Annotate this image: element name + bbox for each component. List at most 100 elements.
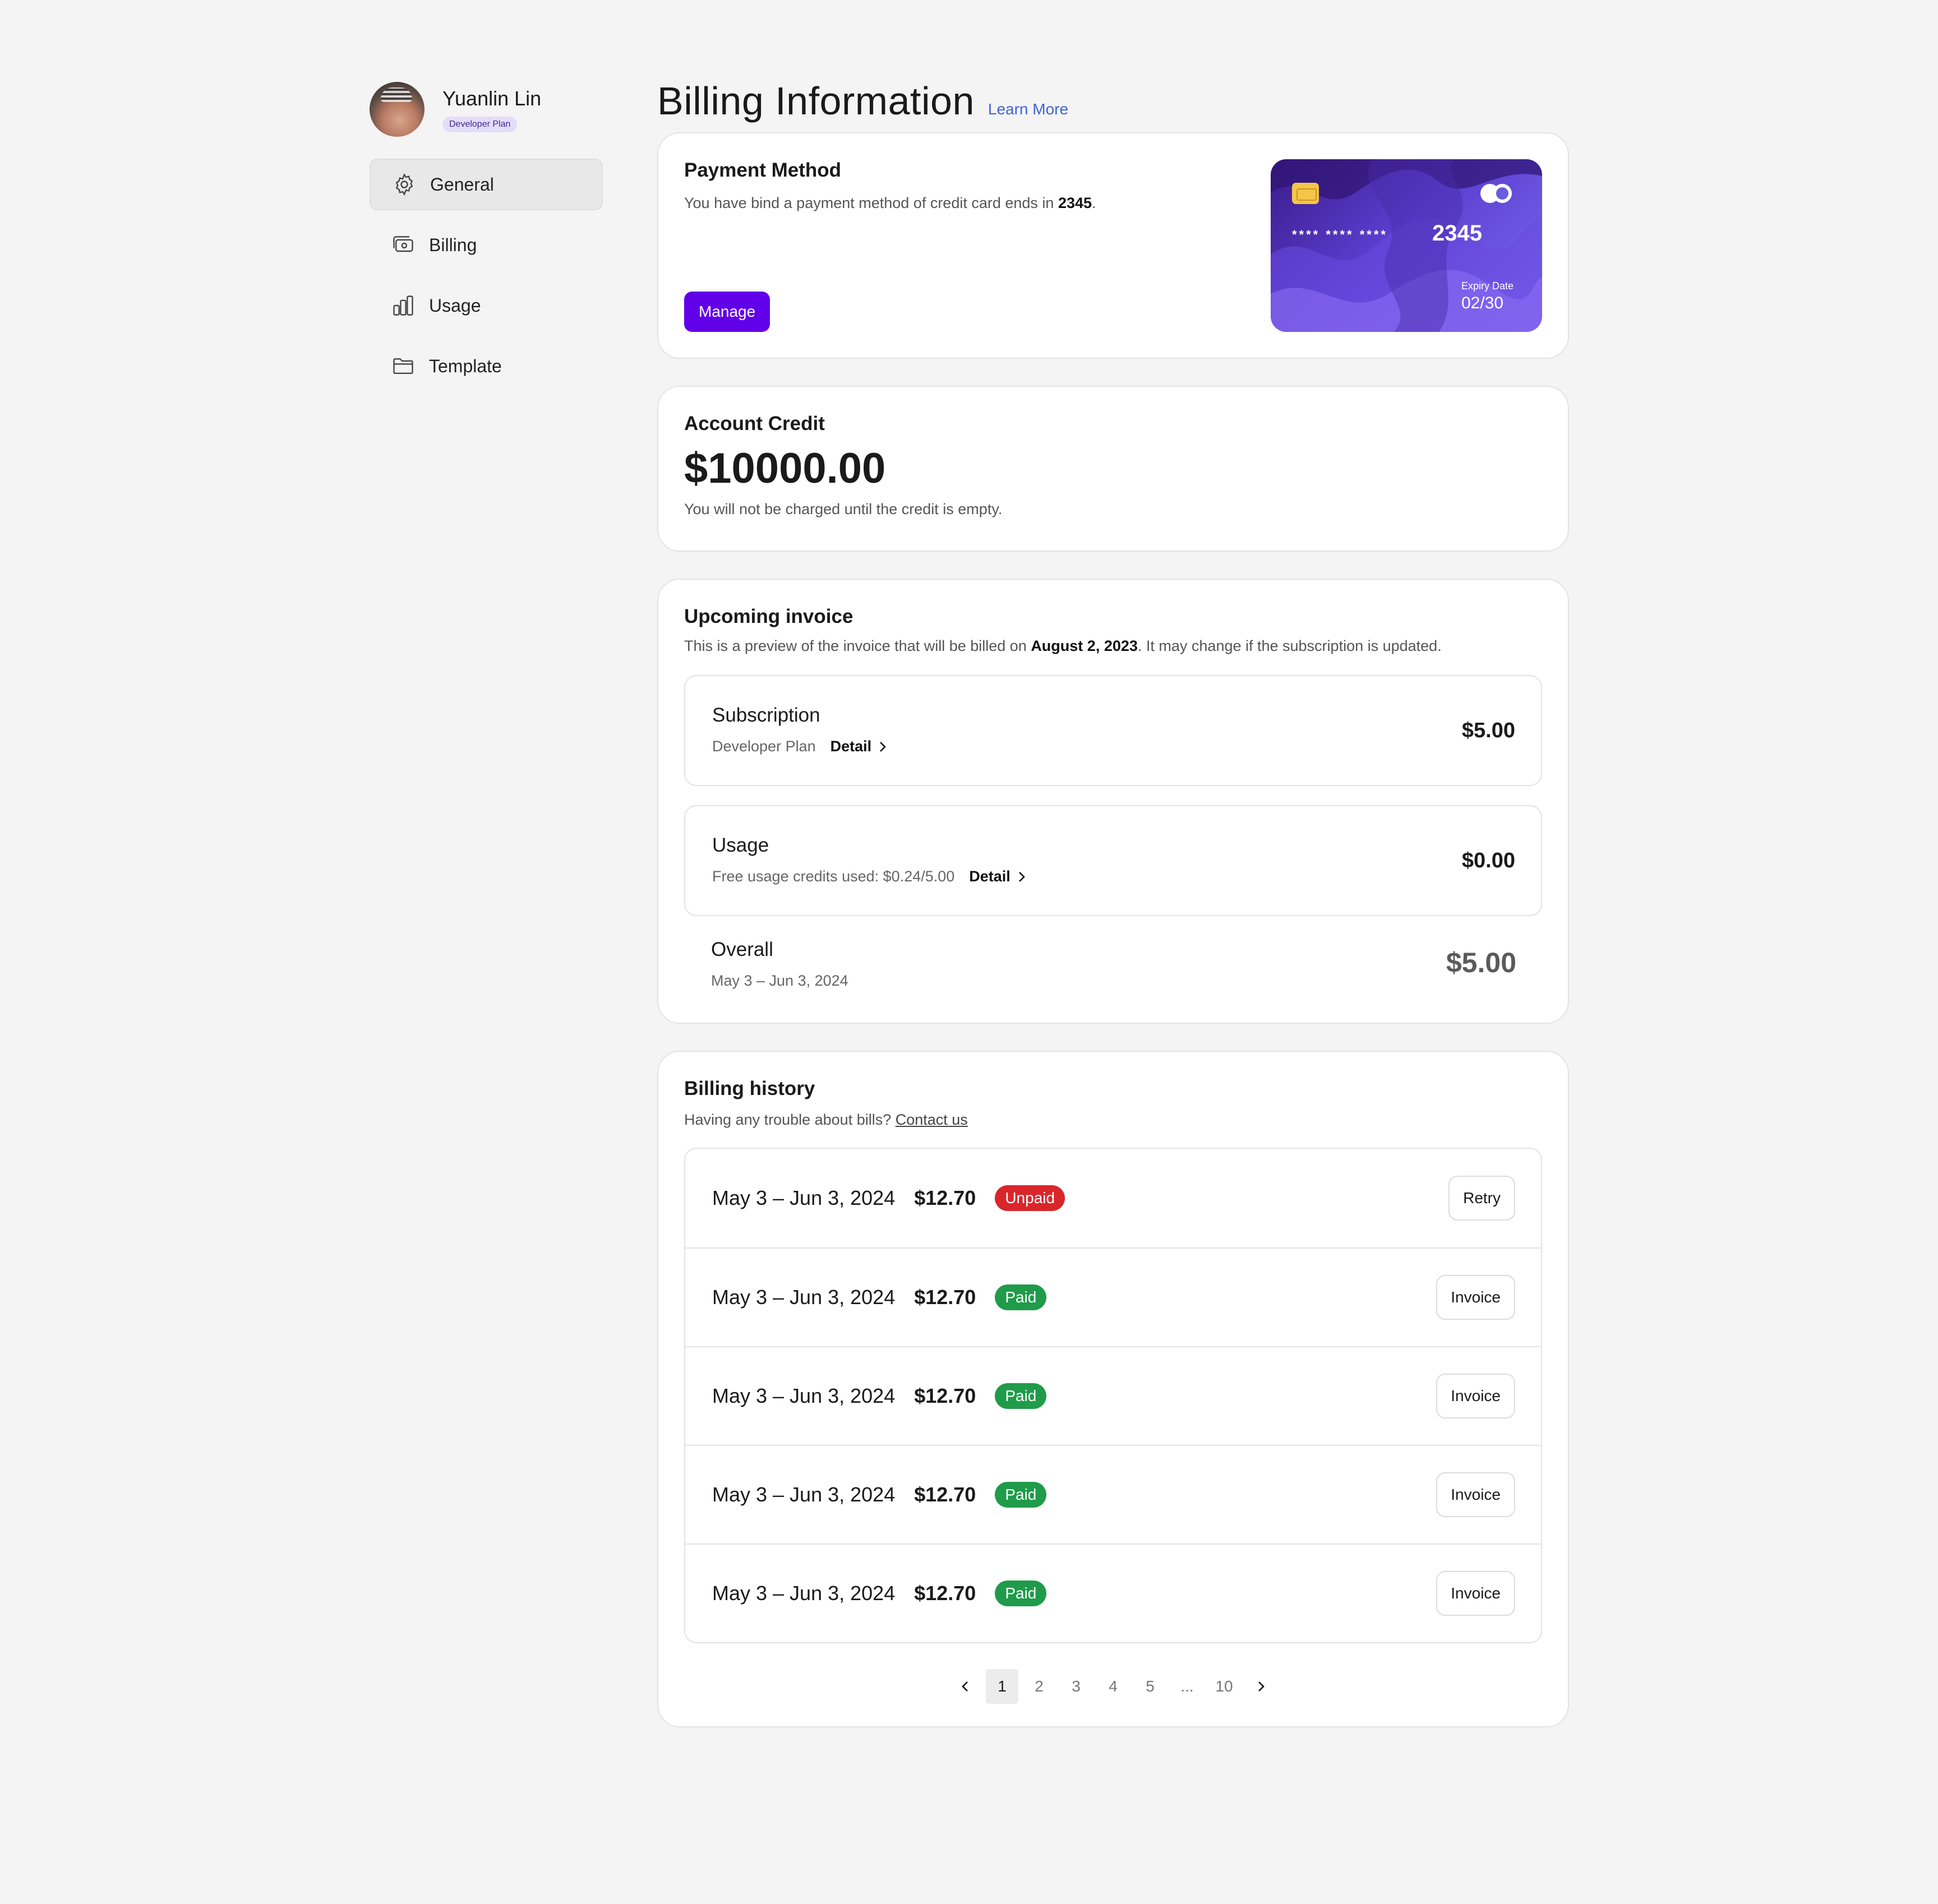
manage-button[interactable]: Manage (684, 292, 770, 332)
status-badge: Paid (995, 1482, 1047, 1508)
subscription-plan: Developer Plan (712, 738, 816, 755)
desc-suffix: . It may change if the subscription is u… (1137, 637, 1442, 654)
row-period: May 3 – Jun 3, 2024 (712, 1286, 896, 1309)
page-button-4[interactable]: 4 (1097, 1669, 1129, 1704)
status-badge: Unpaid (995, 1185, 1065, 1211)
overall-amount: $5.00 (1446, 947, 1516, 978)
card-chip-icon (1292, 183, 1319, 204)
row-amount: $12.70 (914, 1286, 976, 1309)
profile-name: Yuanlin Lin (442, 87, 542, 110)
account-credit-note: You will not be charged until the credit… (684, 501, 1003, 517)
desc-text: Having any trouble about bills? (684, 1111, 896, 1128)
folder-icon (393, 358, 413, 375)
user-profile: Yuanlin Lin Developer Plan (370, 81, 603, 137)
overall-period: May 3 – Jun 3, 2024 (711, 972, 848, 989)
page-button-1[interactable]: 1 (986, 1669, 1018, 1704)
row-amount: $12.70 (914, 1483, 976, 1506)
page-button-2[interactable]: 2 (1023, 1669, 1055, 1704)
chevron-right-icon (1018, 871, 1025, 882)
table-row: May 3 – Jun 3, 2024 $12.70 Paid Invoice (685, 1543, 1541, 1642)
card-network-logo-icon (1480, 184, 1513, 203)
retry-button[interactable]: Retry (1448, 1176, 1515, 1221)
billing-history-title: Billing history (684, 1078, 815, 1099)
sidebar-item-label: Template (429, 355, 502, 376)
avatar[interactable] (370, 82, 424, 137)
table-row: May 3 – Jun 3, 2024 $12.70 Paid Invoice (685, 1346, 1541, 1445)
invoice-button[interactable]: Invoice (1436, 1374, 1515, 1418)
usage-title: Usage (712, 834, 769, 856)
credit-card-graphic: **** **** **** 2345 Expiry Date 02/30 (1271, 159, 1542, 332)
invoice-button[interactable]: Invoice (1436, 1275, 1515, 1320)
card-last4-text: 2345 (1058, 195, 1092, 211)
chevron-left-icon (962, 1681, 968, 1692)
bar-chart-icon (393, 295, 413, 316)
subscription-title: Subscription (712, 704, 820, 726)
gear-icon (395, 173, 413, 196)
upcoming-invoice-card: Upcoming invoice This is a preview of th… (657, 579, 1569, 1024)
billing-history-card: Billing history Having any trouble about… (657, 1051, 1569, 1727)
payment-method-card: Payment Method You have bind a payment m… (657, 132, 1569, 359)
upcoming-invoice-title: Upcoming invoice (684, 606, 853, 627)
main-content: Billing Information Learn More Payment M… (657, 78, 1569, 1727)
chevron-right-icon (880, 741, 886, 752)
sidebar-item-usage[interactable]: Usage (370, 280, 603, 331)
sidebar-item-general[interactable]: General (370, 159, 603, 210)
prev-page-button[interactable] (949, 1669, 981, 1704)
card-expiry-date: 02/30 (1461, 294, 1504, 312)
row-period: May 3 – Jun 3, 2024 (712, 1384, 896, 1407)
page-button-5[interactable]: 5 (1134, 1669, 1166, 1704)
status-badge: Paid (995, 1580, 1047, 1606)
table-row: May 3 – Jun 3, 2024 $12.70 Paid Invoice (685, 1247, 1541, 1346)
invoice-button[interactable]: Invoice (1436, 1472, 1515, 1517)
overall-row: Overall May 3 – Jun 3, 2024 $5.00 (684, 916, 1542, 1000)
subscription-detail-link[interactable]: Detail (830, 738, 888, 755)
billing-icon (393, 236, 413, 252)
status-badge: Paid (995, 1284, 1047, 1310)
card-number-mask: **** **** **** (1292, 228, 1388, 242)
sidebar-item-label: Billing (429, 234, 477, 255)
usage-sub: Free usage credits used: $0.24/5.00 Deta… (712, 868, 1515, 885)
pagination: 1 2 3 4 5 ... 10 (684, 1669, 1542, 1704)
upcoming-invoice-desc: This is a preview of the invoice that wi… (684, 636, 1542, 656)
billing-date: August 2, 2023 (1031, 637, 1138, 654)
page-title: Billing Information (657, 79, 975, 123)
usage-row: Usage Free usage credits used: $0.24/5.0… (684, 805, 1542, 916)
billing-history-desc: Having any trouble about bills? Contact … (684, 1111, 1542, 1129)
table-row: May 3 – Jun 3, 2024 $12.70 Paid Invoice (685, 1445, 1541, 1543)
sidebar-item-label: Usage (429, 295, 481, 316)
status-badge: Paid (995, 1383, 1047, 1409)
usage-detail-link[interactable]: Detail (969, 868, 1026, 885)
detail-label: Detail (969, 868, 1010, 885)
row-period: May 3 – Jun 3, 2024 (712, 1186, 896, 1209)
invoice-button[interactable]: Invoice (1436, 1571, 1515, 1616)
sidebar-item-template[interactable]: Template (370, 340, 603, 392)
plan-badge: Developer Plan (442, 117, 518, 132)
sidebar-item-billing[interactable]: Billing (370, 219, 603, 271)
page-ellipsis: ... (1180, 1677, 1194, 1695)
subscription-amount: $5.00 (1461, 719, 1515, 742)
billing-history-table: May 3 – Jun 3, 2024 $12.70 Unpaid Retry … (684, 1148, 1542, 1643)
row-amount: $12.70 (914, 1384, 976, 1407)
row-amount: $12.70 (914, 1186, 976, 1209)
detail-label: Detail (830, 738, 872, 755)
row-period: May 3 – Jun 3, 2024 (712, 1582, 896, 1605)
sidebar: Yuanlin Lin Developer Plan General Billi… (370, 81, 603, 401)
account-credit-title: Account Credit (684, 413, 825, 435)
overall-title: Overall (711, 939, 773, 960)
usage-credits: Free usage credits used: $0.24/5.00 (712, 868, 955, 885)
table-row: May 3 – Jun 3, 2024 $12.70 Unpaid Retry (685, 1149, 1541, 1247)
page-button-3[interactable]: 3 (1060, 1669, 1092, 1704)
chevron-right-icon (1258, 1681, 1265, 1692)
account-credit-card: Account Credit $10000.00 You will not be… (657, 386, 1569, 552)
contact-us-link[interactable]: Contact us (896, 1111, 968, 1128)
next-page-button[interactable] (1245, 1669, 1277, 1704)
usage-amount: $0.00 (1461, 849, 1515, 872)
row-period: May 3 – Jun 3, 2024 (712, 1483, 896, 1506)
row-amount: $12.70 (914, 1582, 976, 1605)
card-expiry-label: Expiry Date (1461, 280, 1514, 292)
sidebar-item-label: General (430, 174, 494, 195)
desc-text: This is a preview of the invoice that wi… (684, 637, 1031, 654)
page-button-10[interactable]: 10 (1208, 1669, 1240, 1704)
sidebar-nav: General Billing Usage Template (370, 159, 603, 392)
learn-more-link[interactable]: Learn More (988, 100, 1068, 118)
